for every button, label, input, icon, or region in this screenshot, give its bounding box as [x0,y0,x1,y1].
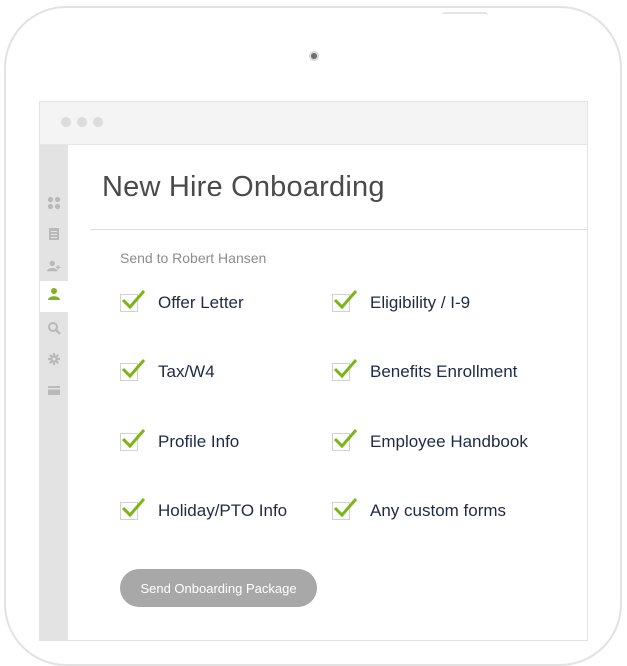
checklist-item-holiday-pto[interactable]: Holiday/PTO Info [120,498,287,524]
checkbox[interactable] [332,290,358,312]
device-button [442,12,488,19]
document-icon[interactable] [47,227,61,241]
users-icon[interactable] [47,259,61,273]
checkbox[interactable] [332,359,358,381]
checkbox[interactable] [120,498,146,520]
checklist-label: Offer Letter [158,293,244,312]
checklist-item-profile-info[interactable]: Profile Info [120,429,239,455]
checklist-label: Benefits Enrollment [370,362,518,381]
checklist-label: Any custom forms [370,501,507,520]
checklist-label: Eligibility / I-9 [370,293,471,312]
checklist-item-eligibility[interactable]: Eligibility / I-9 [332,290,470,316]
checklist-item-custom-forms[interactable]: Any custom forms [332,498,506,524]
checkbox[interactable] [332,429,358,451]
gear-icon[interactable] [47,352,61,366]
checklist-label: Employee Handbook [370,432,528,451]
checkmark-icon [334,429,358,449]
send-onboarding-package-button[interactable]: Send Onboarding Package [120,569,317,607]
window-dot [77,117,87,127]
apps-grid-icon[interactable] [47,196,61,210]
checkbox[interactable] [332,498,358,520]
checkmark-icon [334,359,358,379]
checklist-label: Holiday/PTO Info [158,501,288,520]
checklist-item-tax-w4[interactable]: Tax/W4 [120,359,215,385]
checkmark-icon [122,498,146,518]
divider [90,229,587,230]
checkmark-icon [122,359,146,379]
main-content: New Hire Onboarding Send to Robert Hanse… [68,145,587,640]
checkmark-icon [334,290,358,310]
checklist-label: Profile Info [158,432,240,451]
app-window: New Hire Onboarding Send to Robert Hanse… [39,101,588,641]
checkbox[interactable] [120,429,146,451]
camera-icon [309,51,319,61]
window-dot [61,117,71,127]
window-dot [93,117,103,127]
checklist-item-offer-letter[interactable]: Offer Letter [120,290,244,316]
card-icon[interactable] [47,383,61,397]
checkbox[interactable] [120,290,146,312]
user-icon [47,287,61,306]
sidebar-item-user-active[interactable] [40,281,68,312]
sidebar [40,145,68,640]
checklist-item-benefits[interactable]: Benefits Enrollment [332,359,517,385]
checkbox[interactable] [120,359,146,381]
page-title: New Hire Onboarding [102,171,385,203]
checkmark-icon [122,290,146,310]
recipient-label: Send to Robert Hansen [120,250,267,266]
window-titlebar [40,102,587,145]
search-icon[interactable] [47,321,61,335]
checklist-item-handbook[interactable]: Employee Handbook [332,429,528,455]
checklist-label: Tax/W4 [158,362,215,381]
checkmark-icon [122,429,146,449]
checkmark-icon [334,498,358,518]
